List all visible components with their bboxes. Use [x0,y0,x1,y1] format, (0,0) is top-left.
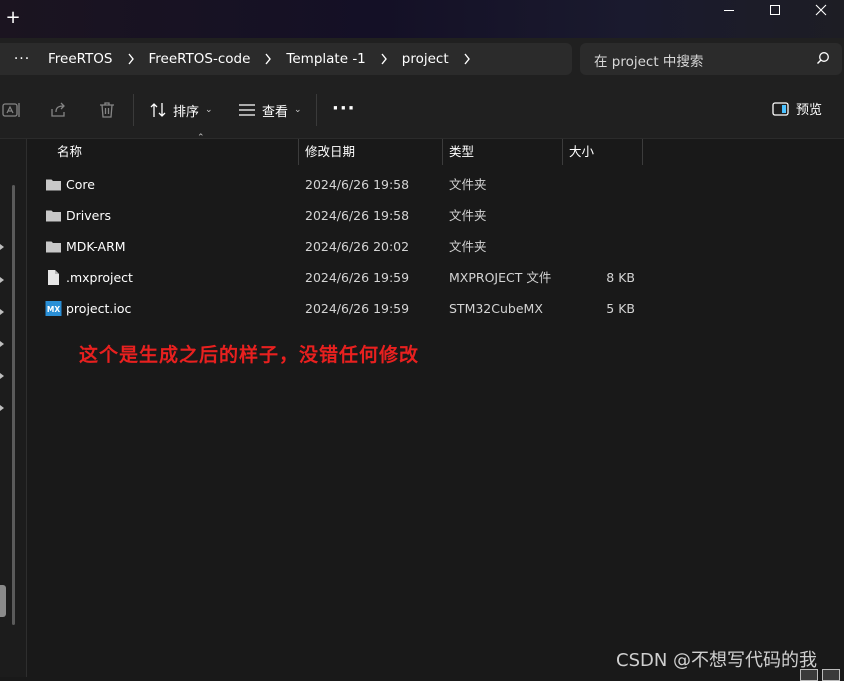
preview-label: 预览 [796,103,823,118]
close-button[interactable] [798,0,844,22]
expand-arrow-icon[interactable] [0,405,4,411]
file-size [563,231,635,262]
expand-arrow-icon[interactable] [0,244,4,250]
file-name: Core [66,177,95,192]
navigation-scroll-thumb[interactable] [0,585,6,617]
file-size: 5 KB [606,301,635,316]
chevron-down-icon: ⌄ [294,105,302,115]
delete-icon[interactable] [97,100,117,120]
search-input[interactable]: 在 project 中搜索 [594,50,703,70]
file-type: MXPROJECT 文件 [449,270,552,285]
expand-arrow-icon[interactable] [0,309,4,315]
chevron-right-icon[interactable] [370,53,398,65]
preview-button[interactable]: 预览 [772,99,822,118]
file-icon [48,270,59,285]
chevron-right-icon[interactable] [117,53,145,65]
breadcrumb: ··· FreeRTOS FreeRTOS-code Template -1 p… [0,43,572,75]
address-bar: ··· FreeRTOS FreeRTOS-code Template -1 p… [0,38,844,82]
file-type: STM32CubeMX [449,301,543,316]
file-row[interactable]: Core 2024/6/26 19:58 文件夹 [27,169,844,200]
breadcrumb-overflow-button[interactable]: ··· [0,51,44,67]
file-name-cell: Core [45,169,95,200]
sort-button[interactable]: 排序 ⌄ [150,98,213,122]
toolbar-divider [316,94,317,126]
column-header-size[interactable]: 大小 [563,139,642,165]
file-name-cell: MDK-ARM [45,231,126,262]
more-options-button[interactable]: ··· [332,100,356,118]
column-headers: ⌃ 名称 修改日期 类型 大小 [27,133,844,165]
new-tab-button[interactable]: + [5,8,21,28]
file-row[interactable]: Drivers 2024/6/26 19:58 文件夹 [27,200,844,231]
toolbar-divider [133,94,134,126]
expand-arrow-icon[interactable] [0,341,4,347]
command-bar: 排序 ⌄ 查看 ⌄ ··· 预览 [0,82,844,139]
breadcrumb-item-project[interactable]: project [398,51,453,67]
file-type: 文件夹 [449,208,487,223]
column-divider[interactable] [642,139,643,165]
file-name: .mxproject [66,270,133,285]
file-type: 文件夹 [449,239,487,254]
file-date: 2024/6/26 20:02 [305,239,410,254]
file-name-cell: Drivers [45,200,111,231]
annotation-text: 这个是生成之后的样子，没错任何修改 [79,344,420,366]
file-name: MDK-ARM [66,239,126,254]
navigation-scrollbar[interactable] [12,185,15,625]
breadcrumb-item-template[interactable]: Template -1 [282,51,369,67]
expand-arrow-icon[interactable] [0,277,4,283]
file-size [563,200,635,231]
tiles-view-button[interactable] [822,669,840,681]
minimize-button[interactable] [706,0,752,22]
folder-icon [46,241,61,253]
folder-icon [46,179,61,191]
file-name-cell: .mxproject [45,262,133,293]
details-view-button[interactable] [800,669,818,681]
file-name-cell: MX project.ioc [45,293,131,324]
rename-icon[interactable] [2,100,22,120]
column-header-date[interactable]: 修改日期 [299,139,442,165]
share-icon[interactable] [49,100,69,120]
title-bar: + [0,0,844,38]
breadcrumb-item-freertos[interactable]: FreeRTOS [44,51,117,67]
file-size [563,169,635,200]
breadcrumb-item-freertos-code[interactable]: FreeRTOS-code [145,51,255,67]
chevron-down-icon: ⌄ [205,105,213,115]
csdn-watermark: CSDN @不想写代码的我 [616,650,818,671]
column-header-name[interactable]: 名称 [51,139,299,165]
view-button[interactable]: 查看 ⌄ [238,98,302,122]
close-icon [815,4,827,16]
view-list-icon [239,104,255,116]
file-date: 2024/6/26 19:58 [305,208,410,223]
chevron-right-icon[interactable] [453,53,481,65]
file-type: 文件夹 [449,177,487,192]
file-size: 8 KB [606,270,635,285]
maximize-button[interactable] [752,0,798,22]
svg-text:MX: MX [47,305,60,314]
file-row[interactable]: .mxproject 2024/6/26 19:59 MXPROJECT 文件 … [27,262,844,293]
chevron-right-icon[interactable] [254,53,282,65]
file-name: Drivers [66,208,111,223]
stm32cubemx-icon: MX [45,301,62,316]
file-date: 2024/6/26 19:58 [305,177,410,192]
search-icon[interactable] [816,51,830,65]
file-date: 2024/6/26 19:59 [305,301,410,316]
file-name: project.ioc [66,301,132,316]
file-row[interactable]: MX project.ioc 2024/6/26 19:59 STM32Cube… [27,293,844,324]
file-row[interactable]: MDK-ARM 2024/6/26 20:02 文件夹 [27,231,844,262]
preview-pane-icon [772,101,789,116]
column-header-type[interactable]: 类型 [443,139,562,165]
file-date: 2024/6/26 19:59 [305,270,410,285]
sort-label: 排序 [173,104,200,120]
sort-icon [150,103,166,117]
expand-arrow-icon[interactable] [0,373,4,379]
view-label: 查看 [262,104,289,120]
folder-icon [46,210,61,222]
search-box[interactable]: 在 project 中搜索 [580,43,842,75]
